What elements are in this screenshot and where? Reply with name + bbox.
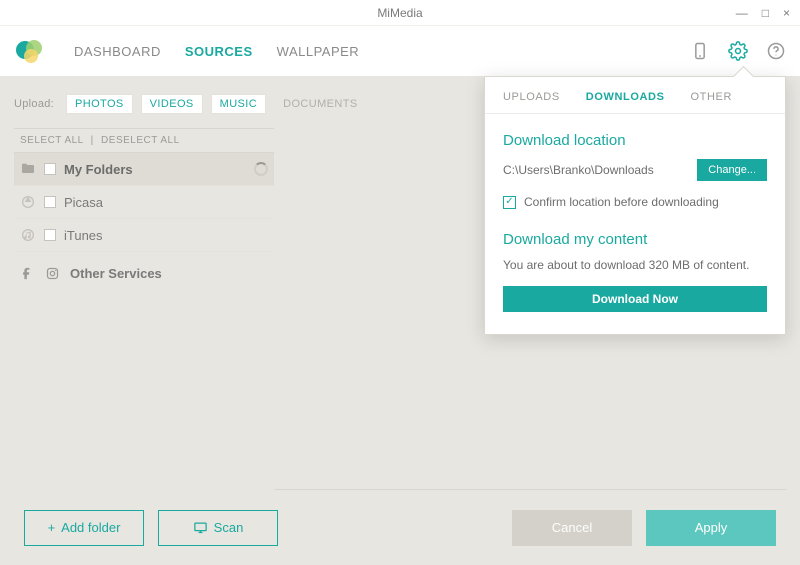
upload-filter-row: Upload: PHOTOS VIDEOS MUSIC DOCUMENTS — [14, 76, 274, 128]
plus-icon: + — [48, 520, 56, 535]
settings-icon[interactable] — [728, 41, 748, 61]
settings-tab-downloads[interactable]: DOWNLOADS — [586, 91, 665, 103]
confirm-location-label: Confirm location before downloading — [524, 195, 719, 209]
download-now-button[interactable]: Download Now — [503, 286, 767, 312]
scan-button[interactable]: Scan — [158, 510, 278, 546]
loading-spinner-icon — [254, 162, 268, 176]
pill-videos[interactable]: VIDEOS — [141, 94, 203, 114]
picasa-icon — [20, 194, 36, 210]
tree-item-picasa[interactable]: Picasa — [14, 186, 274, 219]
scan-label: Scan — [214, 520, 244, 535]
cancel-label: Cancel — [552, 520, 592, 535]
itunes-icon — [20, 227, 36, 243]
tree-item-label: iTunes — [64, 228, 103, 243]
confirm-location-checkbox-row[interactable]: ✓ Confirm location before downloading — [503, 195, 767, 209]
other-services-label: Other Services — [70, 266, 162, 281]
facebook-icon — [20, 266, 35, 281]
download-path-value: C:\Users\Branko\Downloads — [503, 163, 654, 177]
app-logo — [14, 36, 44, 66]
cancel-button[interactable]: Cancel — [512, 510, 632, 546]
folder-icon — [20, 161, 36, 177]
checkbox[interactable] — [44, 229, 56, 241]
selection-bar: SELECT ALL | DESELECT ALL — [14, 128, 274, 153]
monitor-icon — [193, 520, 208, 535]
download-content-heading: Download my content — [503, 231, 767, 248]
app-header: DASHBOARD SOURCES WALLPAPER — [0, 26, 800, 76]
tree-item-itunes[interactable]: iTunes — [14, 219, 274, 252]
titlebar: MiMedia — □ × — [0, 0, 800, 26]
settings-popover: UPLOADS DOWNLOADS OTHER Download locatio… — [484, 76, 786, 335]
deselect-all-link[interactable]: DESELECT ALL — [101, 135, 180, 146]
settings-tabs: UPLOADS DOWNLOADS OTHER — [485, 77, 785, 114]
nav-sources[interactable]: SOURCES — [185, 44, 253, 59]
apply-label: Apply — [695, 520, 728, 535]
download-content-summary: You are about to download 320 MB of cont… — [503, 258, 767, 272]
separator: | — [91, 135, 94, 146]
pill-photos[interactable]: PHOTOS — [66, 94, 133, 114]
close-button[interactable]: × — [783, 6, 790, 20]
nav-dashboard[interactable]: DASHBOARD — [74, 44, 161, 59]
tree-item-label: Picasa — [64, 195, 103, 210]
maximize-button[interactable]: □ — [762, 6, 769, 20]
checkbox[interactable] — [44, 196, 56, 208]
add-folder-label: Add folder — [61, 520, 120, 535]
tree-item-label: My Folders — [64, 162, 133, 177]
change-location-button[interactable]: Change... — [697, 159, 767, 181]
upload-label: Upload: — [14, 98, 54, 110]
add-folder-button[interactable]: + Add folder — [24, 510, 144, 546]
download-location-heading: Download location — [503, 132, 767, 149]
window-title: MiMedia — [377, 6, 422, 20]
select-all-link[interactable]: SELECT ALL — [20, 135, 83, 146]
main-nav: DASHBOARD SOURCES WALLPAPER — [74, 44, 359, 59]
instagram-icon — [45, 266, 60, 281]
help-icon[interactable] — [766, 41, 786, 61]
pill-music[interactable]: MUSIC — [211, 94, 266, 114]
device-icon[interactable] — [690, 41, 710, 61]
tree-item-other-services[interactable]: Other Services — [14, 252, 274, 295]
minimize-button[interactable]: — — [736, 6, 748, 20]
checkbox-checked-icon[interactable]: ✓ — [503, 196, 516, 209]
checkbox[interactable] — [44, 163, 56, 175]
footer-bar: + Add folder Scan Cancel Apply — [0, 490, 800, 565]
window-controls: — □ × — [736, 0, 790, 25]
apply-button[interactable]: Apply — [646, 510, 776, 546]
nav-wallpaper[interactable]: WALLPAPER — [277, 44, 360, 59]
tree-item-my-folders[interactable]: My Folders — [14, 153, 274, 186]
settings-tab-other[interactable]: OTHER — [691, 91, 733, 103]
settings-tab-uploads[interactable]: UPLOADS — [503, 91, 560, 103]
